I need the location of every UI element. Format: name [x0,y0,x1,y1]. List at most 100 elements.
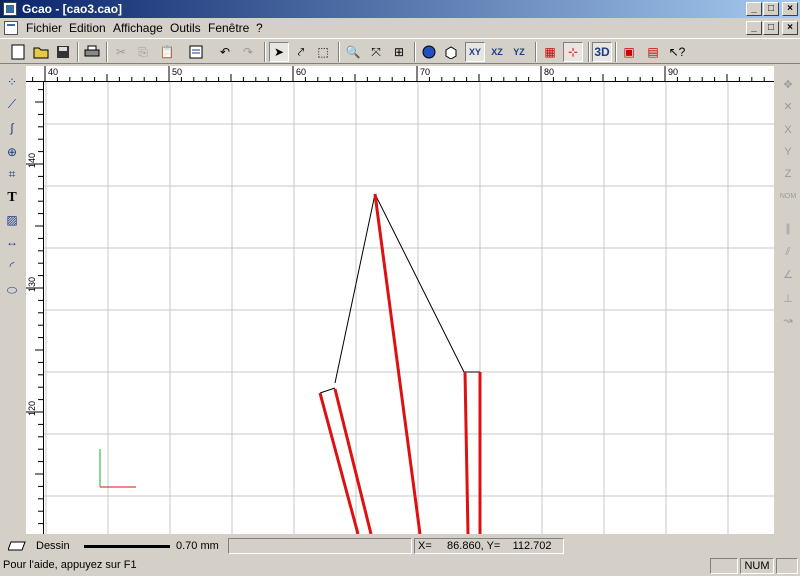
copy-icon[interactable]: ⎘ [133,42,153,62]
drawing-svg[interactable] [44,82,774,534]
paste-icon[interactable]: 📋 [157,42,177,62]
drawing-status-bar: Dessin 0.70 mm X= 86.860, Y= 112.702 [0,536,800,556]
horizontal-ruler: 40 50 60 70 80 90 [26,66,774,82]
left-tool-palette: ⁘ ⟋ ∫ ⊕ ⌗ T ▨ ↔ ◜ ⬭ [0,66,24,536]
ruler-tick-label: 70 [420,67,430,77]
zoom-pan-icon[interactable]: ⤧ [366,42,386,62]
line-width-value: 0.70 mm [176,540,219,552]
menu-fenetre[interactable]: Fenêtre [208,21,249,35]
ruler-tick-label: 90 [668,67,678,77]
window-title: Gcao - [cao3.cao] [22,2,123,16]
dimension-tool-icon[interactable]: ↔ [2,232,22,252]
status-panel-empty [228,538,412,554]
undo-icon[interactable]: ↶ [215,42,235,62]
num-lock-indicator: NUM [740,558,774,574]
plane-yz-icon[interactable]: YZ [509,42,529,62]
hatch-tool-icon[interactable]: ▨ [2,210,22,230]
help-text: Pour l'aide, appuyez sur F1 [3,559,137,571]
plane-xz-icon[interactable]: XZ [487,42,507,62]
layer-name: Dessin [36,540,70,552]
mdi-minimize-button[interactable]: _ [746,21,762,35]
menu-affichage[interactable]: Affichage [113,21,163,35]
print-icon[interactable] [82,42,102,62]
erase-tool-icon[interactable]: ⬭ [2,280,22,300]
axis-indicator [99,449,136,488]
vertical-ruler: 140 130 120 [26,82,44,534]
projection-icon[interactable]: ▣ [619,42,639,62]
menu-outils[interactable]: Outils [170,21,201,35]
menu-fichier[interactable]: Fichier [26,21,62,35]
status-indicator-empty [710,558,738,574]
rotate-x-icon[interactable]: X [778,120,798,140]
drawing-segment[interactable] [373,193,422,534]
cut-icon[interactable]: ✂ [111,42,131,62]
menu-help[interactable]: ? [256,21,263,35]
globe-view-icon[interactable] [419,42,439,62]
rotate-z-icon[interactable]: Z [778,164,798,184]
parallel-icon[interactable]: ∥ [778,218,798,238]
rotate-y-icon[interactable]: Y [778,142,798,162]
arc-tool-icon[interactable]: ◜ [2,256,22,276]
drawing-segment[interactable] [463,371,470,534]
close-button[interactable]: × [782,2,798,16]
construction-line[interactable] [374,193,465,373]
new-file-icon[interactable] [8,42,28,62]
mirror-icon[interactable]: ✕ [778,96,798,116]
zoom-extents-icon[interactable]: ⊞ [389,42,409,62]
cube-view-icon[interactable] [441,42,461,62]
circle-tool-icon[interactable]: ⊕ [2,142,22,162]
properties-icon[interactable] [186,42,206,62]
layer-icon [8,541,26,551]
select-arrow-icon[interactable]: ➤ [269,42,289,62]
redo-icon[interactable]: ↷ [238,42,258,62]
context-help-icon[interactable]: ↖? [667,42,687,62]
ruler-tick-label: 60 [296,67,306,77]
document-icon[interactable] [4,21,18,35]
trim-icon[interactable]: ↝ [778,310,798,330]
coordinates-readout: X= 86.860, Y= 112.702 [414,538,564,554]
offset-icon[interactable]: ⫽ [778,242,798,262]
mdi-restore-button[interactable]: □ [763,21,779,35]
mdi-close-button[interactable]: × [782,21,798,35]
ruler-tick-label: 80 [544,67,554,77]
save-icon[interactable] [53,42,73,62]
zoom-window-icon[interactable]: 🔍 [343,42,363,62]
maximize-button[interactable]: □ [763,2,779,16]
status-indicator-empty-2 [776,558,798,574]
polyline-tool-icon[interactable]: ⟋ [2,94,22,114]
point-tool-icon[interactable]: ⁘ [2,72,22,92]
text-tool-icon[interactable]: T [2,188,22,208]
ruler-tick-label: 140 [27,153,37,168]
ruler-tick-label: 50 [172,67,182,77]
rotate-normal-icon[interactable]: NOM [778,186,798,206]
view-3d-button[interactable]: 3D [592,42,612,62]
grid-lines [44,82,774,534]
layer-panel[interactable]: Dessin 0.70 mm [2,538,226,554]
snap-grid-icon[interactable]: ▦ [540,42,560,62]
drawing-canvas[interactable] [44,82,774,534]
transform-icon[interactable]: ✥ [778,74,798,94]
select-polygon-icon[interactable]: ⤤ [291,42,311,62]
construction-line[interactable] [334,193,376,384]
main-toolbar: ✂ ⎘ 📋 ↶ ↷ ➤ ⤤ ⬚ 🔍 ⤧ ⊞ XY XZ YZ ▦ ⊹ 3D ▣ … [0,38,800,64]
snap-point-icon[interactable]: ⊹ [563,42,583,62]
menu-bar: Fichier Edition Affichage Outils Fenêtre… [0,18,800,38]
rectangle-tool-icon[interactable]: ⌗ [2,164,22,184]
projection-3d-icon[interactable]: ▤ [643,42,663,62]
status-bar: Pour l'aide, appuyez sur F1 NUM [0,556,800,576]
select-window-icon[interactable]: ⬚ [313,42,333,62]
construction-line[interactable] [319,387,336,394]
curve-tool-icon[interactable]: ∫ [2,118,22,138]
minimize-button[interactable]: _ [746,2,762,16]
perpendicular-icon[interactable]: ⊥ [778,288,798,308]
app-icon[interactable] [3,2,17,16]
ruler-tick-label: 130 [27,277,37,292]
ruler-tick-label: 120 [27,401,37,416]
plane-xy-icon[interactable]: XY [465,42,485,62]
open-folder-icon[interactable] [31,42,51,62]
title-bar: Gcao - [cao3.cao] _ □ × [0,0,800,18]
angle-icon[interactable]: ∠ [778,264,798,284]
menu-edition[interactable]: Edition [69,21,106,35]
line-width-sample [84,545,170,548]
right-tool-palette: ✥ ✕ X Y Z NOM ∥ ⫽ ∠ ⊥ ↝ [776,66,800,536]
